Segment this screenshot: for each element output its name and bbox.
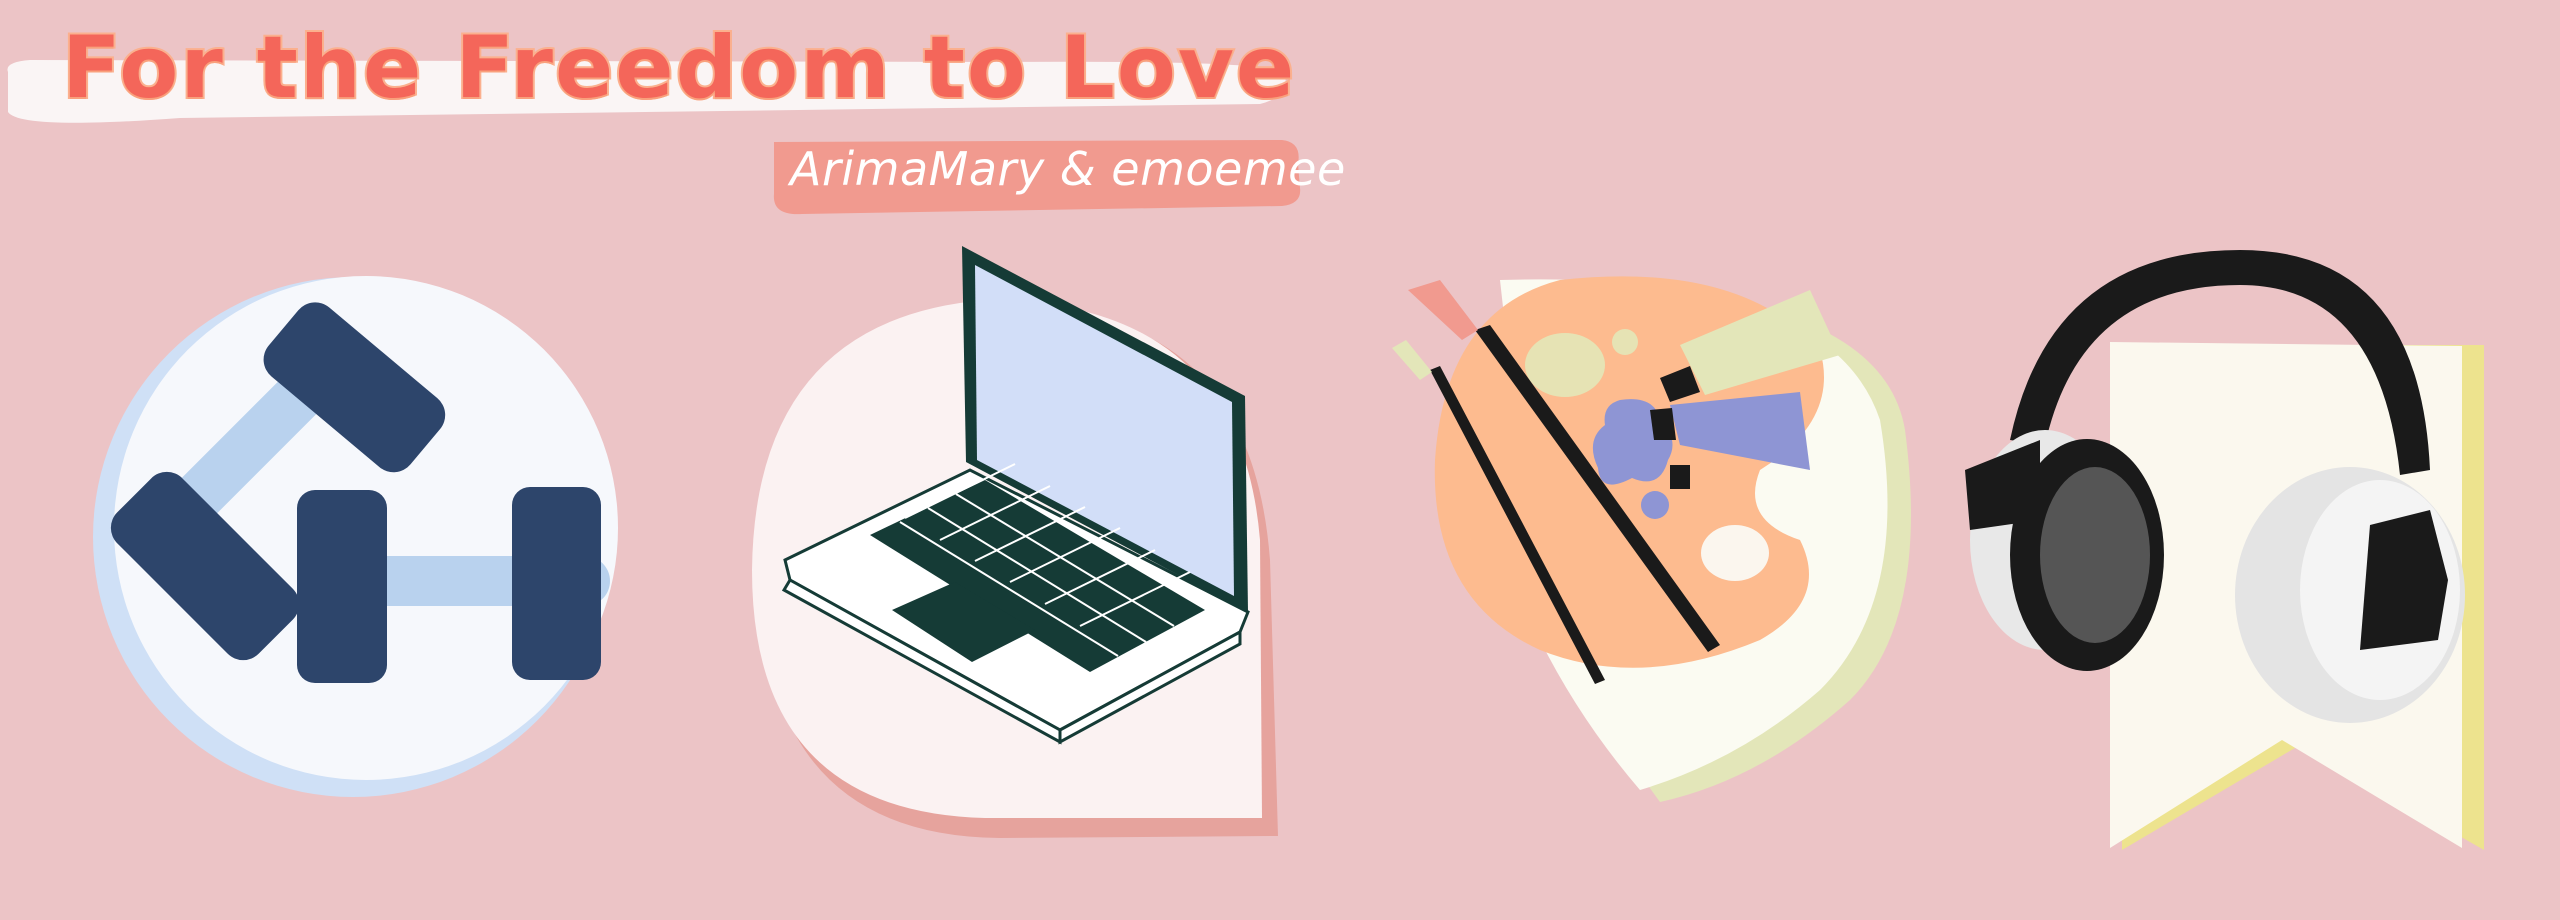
- paint-palette-icon: [1392, 276, 1911, 802]
- title-block: For the Freedom to Love: [0, 0, 1320, 150]
- laptop-icon: [752, 246, 1278, 838]
- headphones-icon: [1965, 250, 2484, 850]
- authors-text: ArimaMary & emoemee: [790, 142, 1346, 196]
- dumbbells-icon: [93, 276, 618, 797]
- page-title: For the Freedom to Love: [60, 16, 1297, 120]
- subtitle-block: ArimaMary & emoemee: [762, 138, 1345, 218]
